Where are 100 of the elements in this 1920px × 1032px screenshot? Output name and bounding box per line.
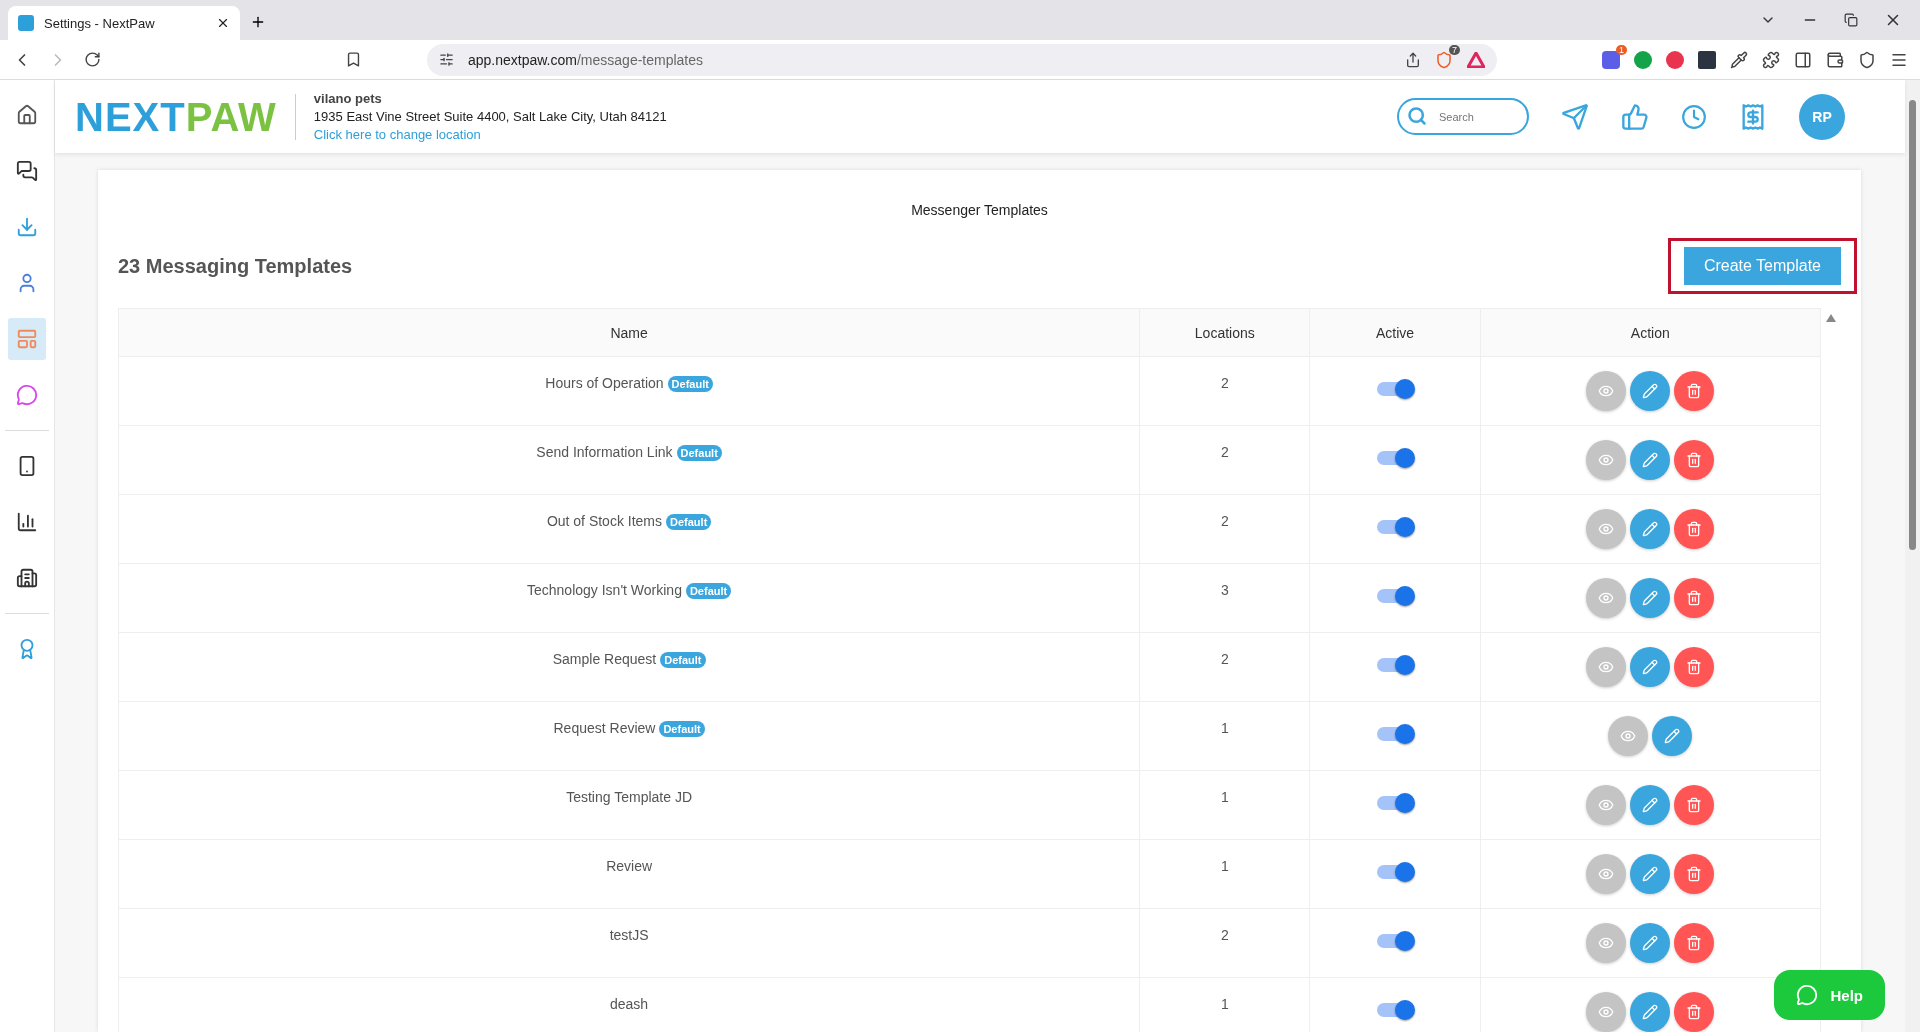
triangle-icon[interactable] [1467,51,1485,68]
change-location-link[interactable]: Click here to change location [313,127,667,142]
search-icon [1407,106,1427,126]
pencil-icon [1642,865,1659,882]
pencil-icon [1642,520,1659,537]
table-cell: 2 [1139,425,1310,495]
delete-button[interactable] [1674,853,1715,894]
delete-button[interactable] [1674,922,1715,963]
browser-tab[interactable]: Settings - NextPaw [8,6,240,40]
table-cell: 3 [1139,563,1310,633]
edit-button[interactable] [1652,715,1693,756]
pencil-icon [1642,1003,1659,1020]
trash-icon [1686,865,1703,882]
table-cell: 2 [1139,908,1310,978]
site-settings-icon[interactable] [439,52,454,67]
scrollbar-thumb[interactable] [1909,100,1916,550]
template-name: Hours of Operation [545,375,664,391]
chat-bubble-icon [16,384,38,406]
edit-button[interactable] [1630,784,1671,825]
logo: NEXTPAW [75,93,296,140]
active-toggle[interactable] [1377,727,1413,741]
trash-icon [1686,451,1703,468]
eyedropper-icon[interactable] [1730,50,1748,69]
column-header: Name [118,308,1140,357]
template-name: deash [610,996,649,1012]
extension-icon[interactable] [1698,50,1716,69]
pencil-icon [1642,934,1659,951]
trash-icon [1686,520,1703,537]
table-cell: 1 [1139,701,1310,771]
template-name: Technology Isn't Working [527,582,682,598]
sidebar-icon[interactable] [1794,50,1812,69]
edit-button[interactable] [1630,922,1671,963]
address-bar[interactable]: app.nextpaw.com/message-templates 7 [427,43,1497,76]
delete-button[interactable] [1674,577,1715,618]
close-icon[interactable] [216,16,230,30]
table-cell: 2 [1139,356,1310,426]
trash-icon [1686,1003,1703,1020]
address-text: 1935 East Vine Street Suite 4400, Salt Lake City, Utah 84121 [313,109,667,124]
delete-button[interactable] [1674,508,1715,549]
send-icon[interactable] [1561,102,1589,131]
avatar[interactable]: RP [1799,93,1845,140]
template-name: Request Review [553,720,656,736]
reload-icon[interactable] [84,51,101,68]
create-template-button[interactable]: Create Template [1683,247,1841,285]
template-name: Testing Template JD [566,789,692,805]
restore-icon[interactable] [1844,13,1858,27]
edit-button[interactable] [1630,991,1671,1032]
business-name: vilano pets [313,91,383,106]
active-toggle[interactable] [1377,934,1413,948]
shield-icon[interactable] [1435,50,1453,69]
template-name: Out of Stock Items [546,513,663,529]
chat-bubble-icon [1796,984,1819,1006]
edit-button[interactable] [1630,646,1671,687]
table-cell: 1 [1139,770,1310,840]
column-header: Active [1309,308,1481,357]
default-badge: Default [667,376,713,392]
help-button[interactable]: Help [1774,970,1885,1020]
delete-button[interactable] [1674,439,1715,480]
clock-icon[interactable] [1681,103,1707,130]
edit-button[interactable] [1630,439,1671,480]
template-name: Review [606,858,653,874]
building-icon [16,567,38,589]
share-icon[interactable] [1405,51,1421,68]
search-field[interactable]: Search [1397,98,1529,135]
extensions-icon[interactable] [1762,50,1780,69]
bookmark-icon[interactable] [345,51,362,68]
template-name: Sample Request [552,651,657,667]
active-toggle[interactable] [1377,451,1413,465]
delete-button[interactable] [1674,991,1715,1032]
delete-button[interactable] [1674,646,1715,687]
active-toggle[interactable] [1377,520,1413,534]
edit-button[interactable] [1630,577,1671,618]
active-toggle[interactable] [1377,865,1413,879]
edit-button[interactable] [1630,508,1671,549]
delete-button[interactable] [1674,370,1715,411]
active-toggle[interactable] [1377,796,1413,810]
download-icon [16,216,38,238]
delete-button[interactable] [1674,784,1715,825]
table-cell: 2 [1139,494,1310,564]
active-toggle[interactable] [1377,658,1413,672]
new-tab-icon[interactable] [250,14,266,30]
default-badge: Default [660,652,706,668]
chart-icon [16,511,38,533]
shield-icon[interactable] [1858,50,1876,69]
pencil-icon [1642,451,1659,468]
active-toggle[interactable] [1377,589,1413,603]
active-toggle[interactable] [1377,1003,1413,1017]
edit-button[interactable] [1630,370,1671,411]
trash-icon [1686,382,1703,399]
trash-icon [1686,934,1703,951]
template-name: Send Information Link [536,444,673,460]
default-badge: Default [659,721,705,737]
thumbs-up-icon[interactable] [1621,102,1649,131]
scroll-up-icon[interactable] [1826,314,1836,322]
home-icon [16,104,38,126]
edit-button[interactable] [1630,853,1671,894]
wallet-icon[interactable] [1826,50,1844,69]
active-toggle[interactable] [1377,382,1413,396]
trash-icon [1686,796,1703,813]
template-name: testJS [609,927,649,943]
